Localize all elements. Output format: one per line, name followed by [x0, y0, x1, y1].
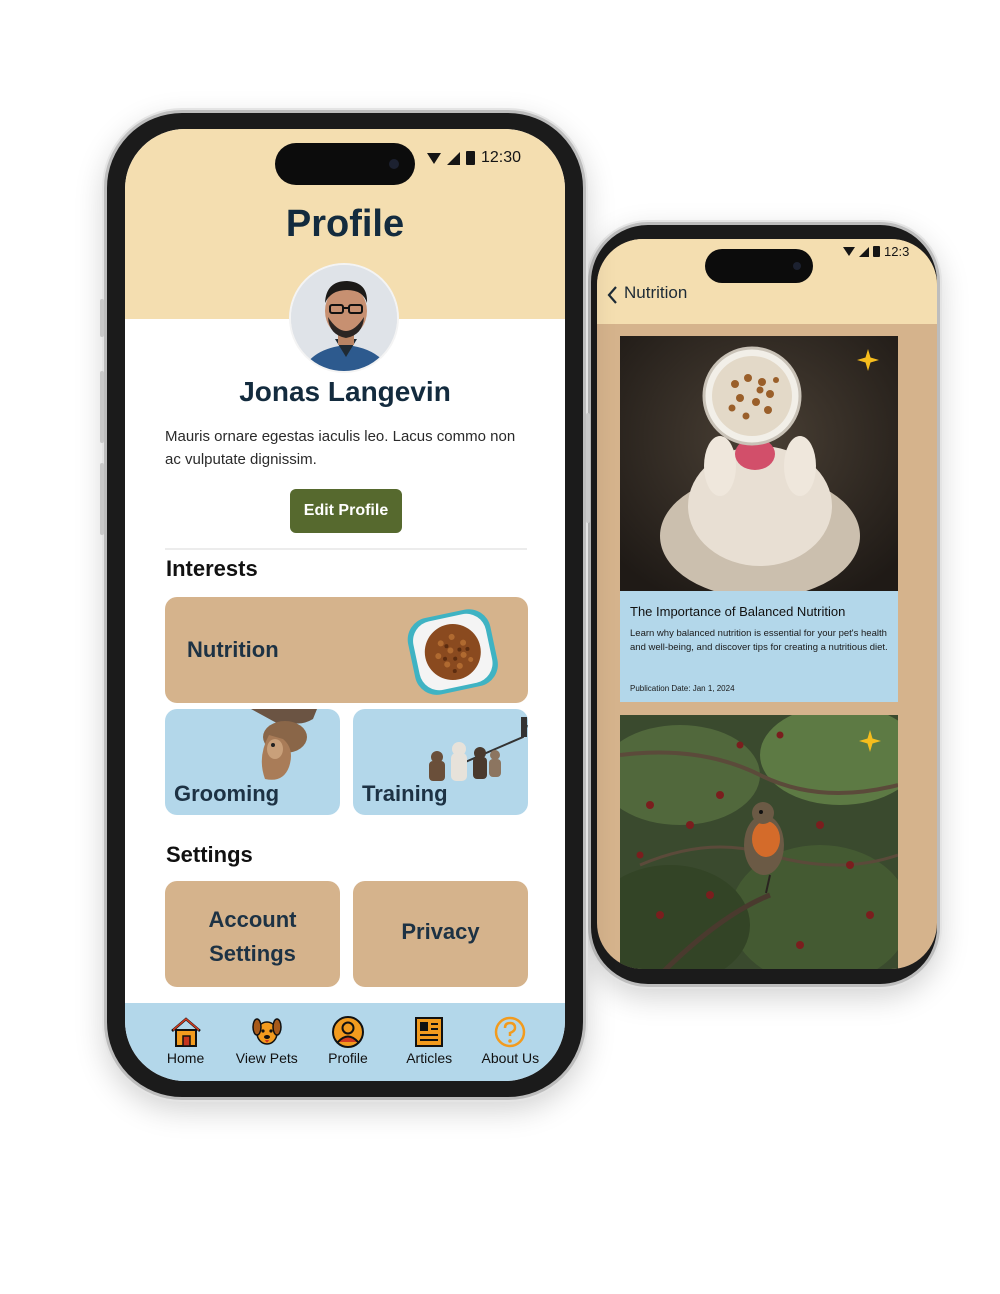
nav-item-about-us[interactable]: About Us	[470, 1015, 550, 1066]
phone-volume-down	[100, 463, 104, 535]
article-description: Learn why balanced nutrition is essentia…	[630, 628, 888, 653]
food-bowl-icon	[407, 609, 498, 695]
privacy-card[interactable]: Privacy	[353, 881, 528, 987]
nav-label: Profile	[328, 1050, 368, 1066]
settings-label: Privacy	[401, 919, 480, 944]
status-bar: 12:30	[426, 149, 521, 167]
newspaper-icon	[415, 1017, 444, 1047]
status-time: 12:30	[480, 149, 521, 166]
cellular-icon	[859, 246, 869, 257]
status-time: 12:3	[884, 244, 910, 259]
article-card[interactable]	[620, 715, 898, 969]
avatar[interactable]	[289, 263, 399, 373]
interest-card-nutrition[interactable]: Nutrition	[165, 597, 528, 703]
article-date: Publication Date: Jan 1, 2024	[630, 684, 735, 693]
interests-heading: Interests	[166, 556, 258, 581]
edit-profile-button[interactable]: Edit Profile	[290, 489, 402, 533]
phone-mute-switch	[100, 299, 104, 337]
profile-screen: 12:30 Profile Jonas Langevin Mauris orna…	[125, 129, 565, 1081]
article-image-cat-eating	[620, 336, 898, 591]
favorite-star-icon[interactable]	[858, 729, 882, 753]
article-card[interactable]: The Importance of Balanced Nutrition Lea…	[620, 336, 898, 702]
nav-label: View Pets	[235, 1050, 298, 1066]
back-arrow-icon[interactable]	[603, 283, 623, 307]
camera-icon	[389, 159, 399, 169]
user-icon	[331, 1016, 364, 1048]
battery-icon	[873, 246, 880, 257]
interest-card-training[interactable]: Training	[353, 709, 528, 815]
phone-power-button	[586, 413, 590, 523]
nutrition-phone: 12:3 Nutrition The Importance of Balance…	[584, 222, 940, 987]
cellular-icon	[446, 151, 460, 165]
nav-item-profile[interactable]: Profile	[308, 1015, 388, 1066]
user-name: Jonas Langevin	[239, 376, 451, 407]
camera-icon	[793, 262, 801, 270]
interest-label: Grooming	[174, 781, 280, 806]
article-title: The Importance of Balanced Nutrition	[630, 604, 846, 619]
user-bio: Mauris ornare egestas iaculis leo. Lacus…	[165, 428, 516, 468]
profile-phone: 12:30 Profile Jonas Langevin Mauris orna…	[100, 110, 590, 1100]
battery-icon	[465, 151, 475, 165]
avatar-portrait	[291, 265, 397, 371]
page-title: Profile	[285, 203, 405, 245]
nav-label: Home	[166, 1050, 205, 1066]
dog-icon	[252, 1018, 282, 1045]
wifi-icon	[843, 247, 855, 256]
interest-card-grooming[interactable]: Grooming	[165, 709, 340, 815]
nav-label: Articles	[406, 1050, 453, 1066]
settings-heading: Settings	[166, 842, 253, 867]
grooming-dog-icon	[251, 709, 317, 780]
nutrition-screen: 12:3 Nutrition The Importance of Balance…	[597, 239, 937, 969]
favorite-star-icon[interactable]	[856, 348, 880, 372]
nav-title: Nutrition	[624, 283, 688, 302]
nav-item-home[interactable]: Home	[146, 1015, 226, 1066]
nav-item-articles[interactable]: Articles	[389, 1015, 469, 1066]
dynamic-island	[705, 249, 813, 283]
article-image-robin	[620, 715, 898, 969]
phone-volume-up	[100, 371, 104, 443]
dynamic-island	[275, 143, 415, 185]
nav-label: About Us	[481, 1050, 540, 1066]
status-bar: 12:3	[843, 244, 909, 259]
wifi-icon	[426, 152, 441, 164]
account-settings-card[interactable]: Account Settings	[165, 881, 340, 987]
question-icon	[495, 1016, 526, 1048]
interest-label: Training	[362, 781, 448, 806]
divider	[165, 548, 527, 550]
training-dogs-icon	[429, 717, 528, 781]
interest-label: Nutrition	[187, 637, 279, 662]
bottom-nav: Home View Pets Profile Articles About Us	[125, 1003, 565, 1081]
nav-item-view-pets[interactable]: View Pets	[227, 1015, 307, 1066]
home-icon	[170, 1017, 201, 1047]
settings-label: Account Settings	[208, 907, 297, 966]
